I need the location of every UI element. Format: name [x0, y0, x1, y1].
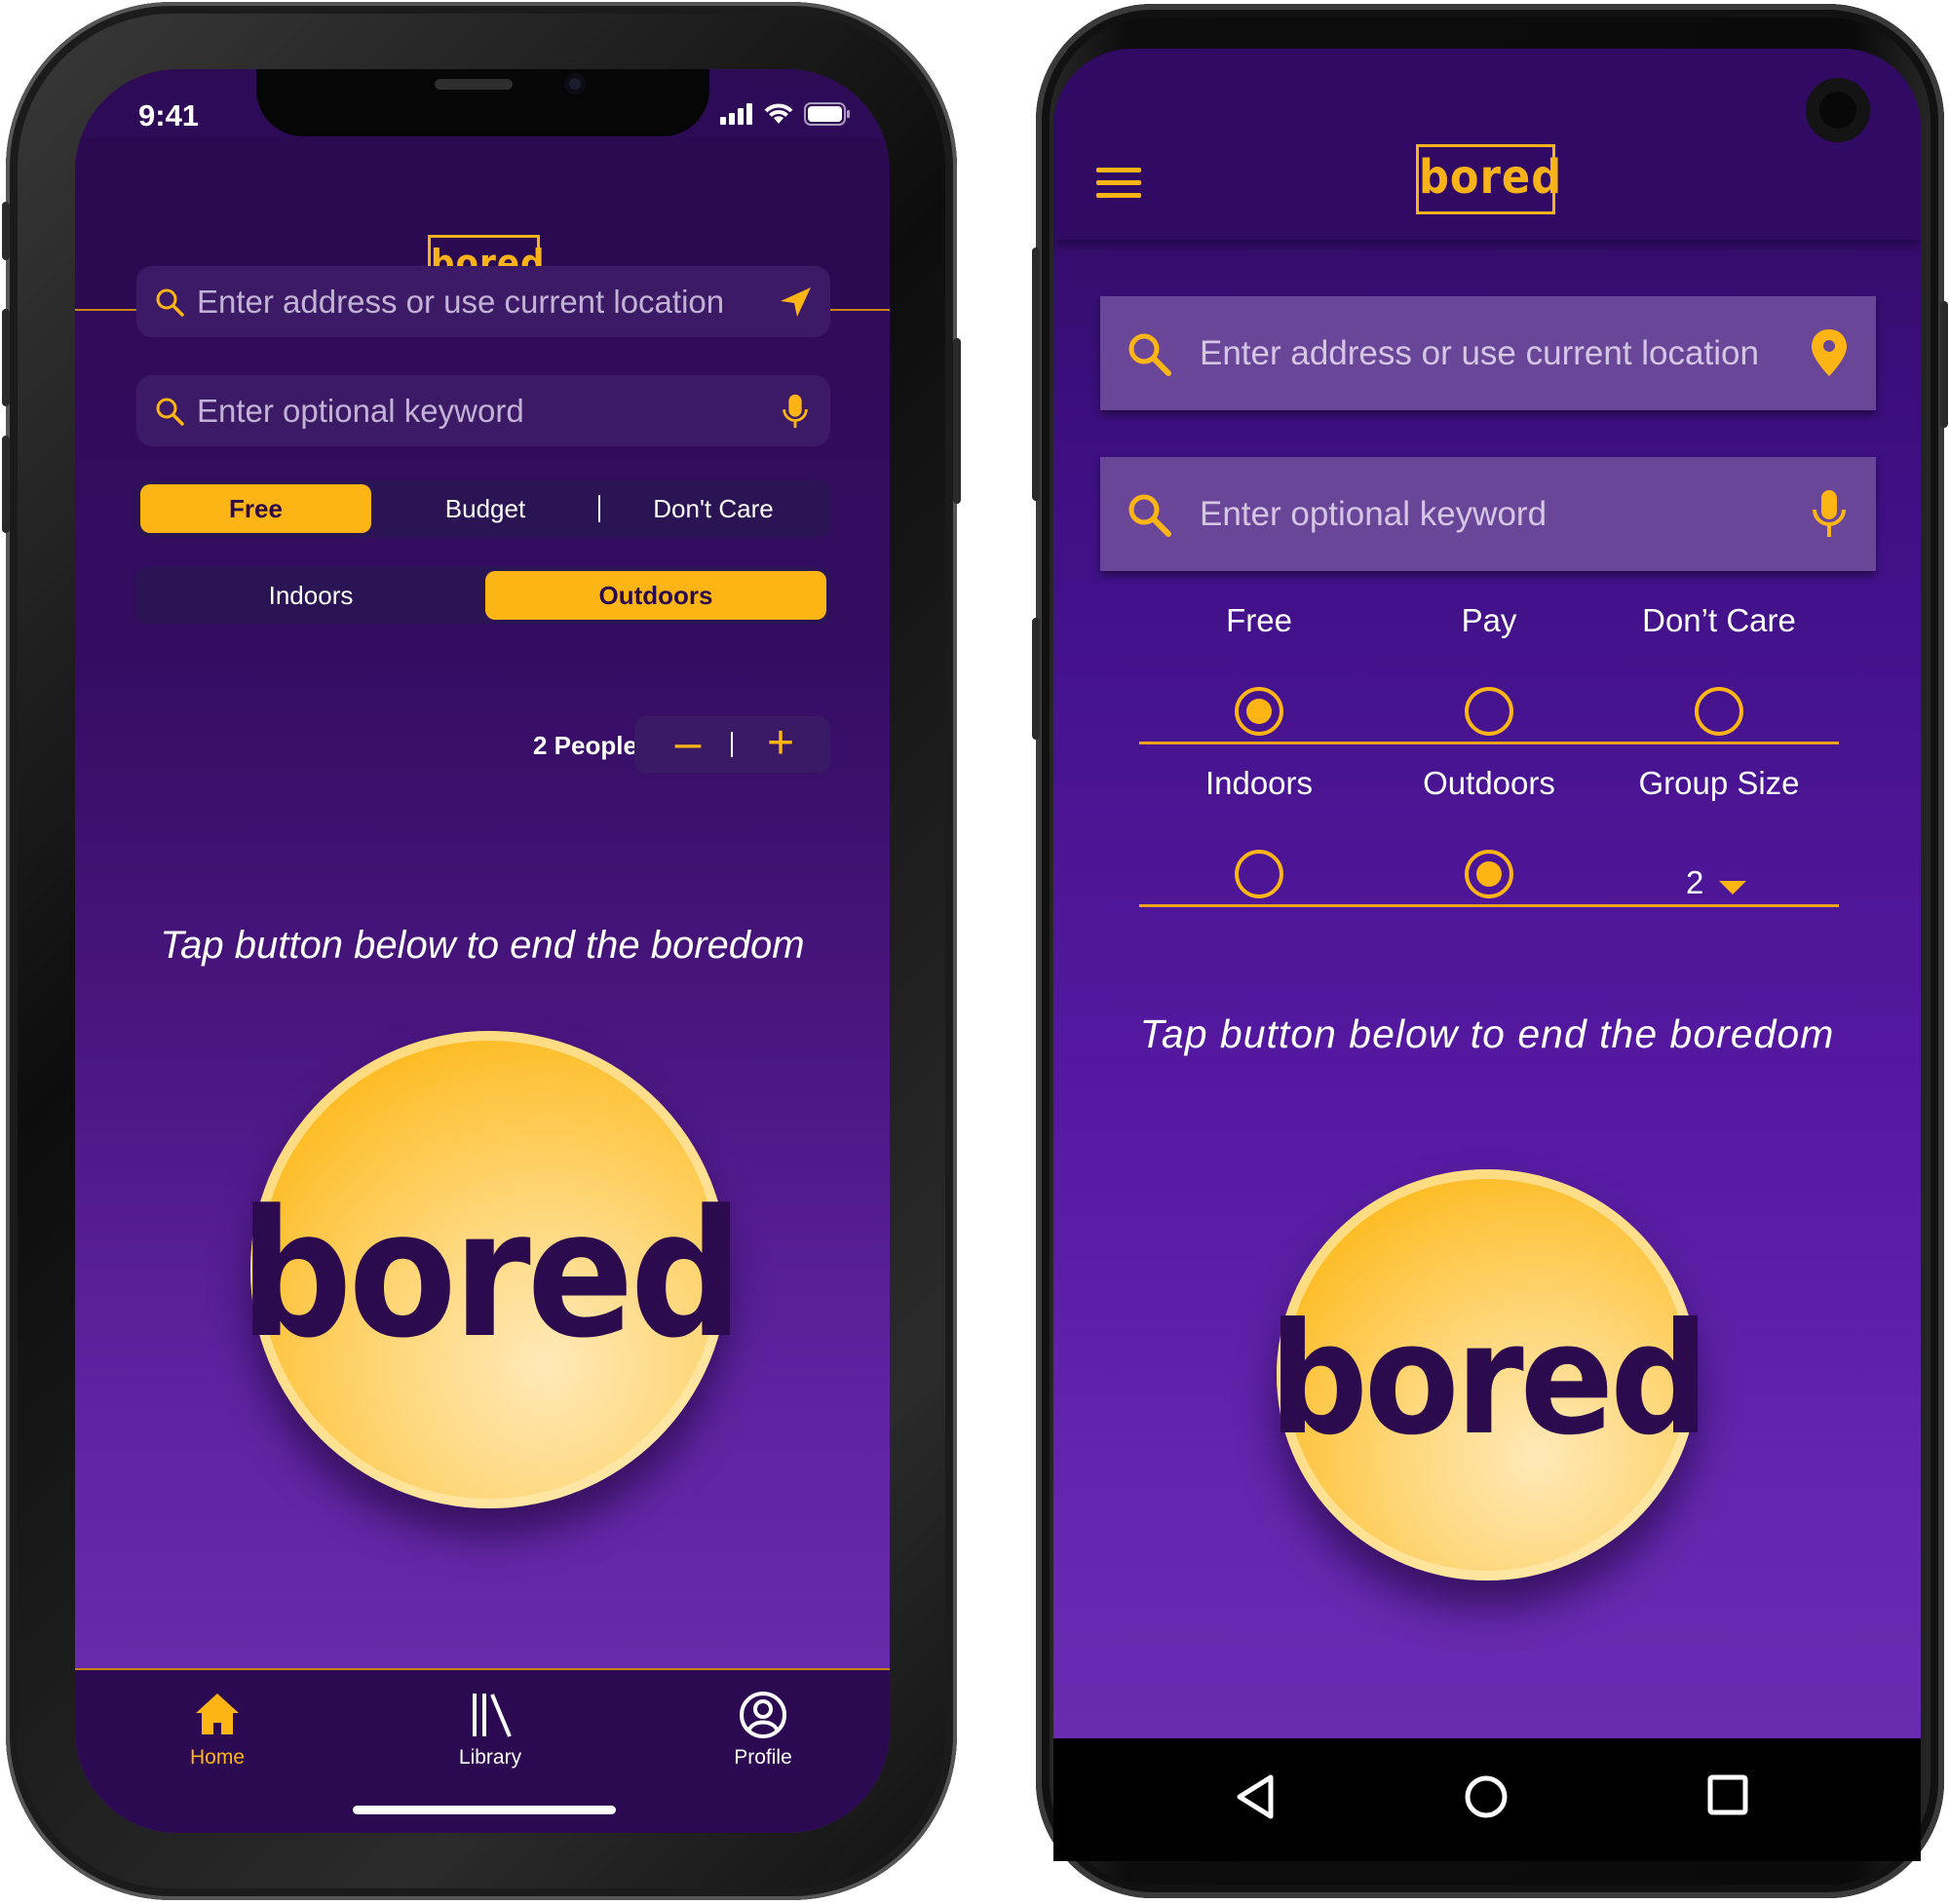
menu-icon[interactable] [1096, 168, 1141, 199]
volume-rocker [1032, 248, 1040, 501]
radio-label-outdoors: Outdoors [1423, 765, 1555, 801]
dropdown-arrow-icon[interactable] [1719, 881, 1746, 895]
ringer-switch [2, 202, 10, 260]
bored-button[interactable]: bored [240, 1031, 743, 1508]
setting-option-indoors[interactable]: Indoors [140, 571, 481, 620]
microphone-icon[interactable] [778, 393, 813, 430]
keyword-placeholder: Enter optional keyword [197, 392, 524, 429]
app-logo: bored [1416, 144, 1561, 214]
bored-button-label: bored [239, 1172, 744, 1377]
home-icon [196, 1694, 239, 1734]
volume-down-button [2, 436, 10, 533]
price-option-budget[interactable]: Budget [371, 484, 599, 533]
location-input[interactable]: Enter address or use current location [1100, 296, 1876, 410]
speaker-grille [435, 79, 513, 90]
divider-line [1139, 742, 1839, 744]
setting-option-outdoors[interactable]: Outdoors [485, 571, 826, 620]
recents-icon[interactable] [1706, 1773, 1749, 1816]
group-size-value[interactable]: 2 [1686, 864, 1703, 901]
tab-home-label: Home [189, 1746, 246, 1769]
tab-library-label: Library [458, 1746, 522, 1769]
status-icons [720, 102, 851, 126]
front-camera [1806, 78, 1870, 142]
system-nav-bar [1053, 1738, 1921, 1861]
location-placeholder: Enter address or use current location [197, 283, 725, 320]
home-circle-icon[interactable] [1463, 1773, 1510, 1820]
radio-label-pay: Pay [1461, 602, 1517, 638]
volume-up-button [2, 309, 10, 406]
current-location-icon[interactable] [778, 284, 813, 321]
keyword-input[interactable]: Enter optional keyword [136, 375, 830, 446]
android-screen: bored Enter address or use current locat… [1053, 49, 1921, 1861]
wifi-icon [764, 103, 793, 124]
battery-icon [804, 102, 850, 126]
radio-outdoors[interactable] [1465, 850, 1513, 898]
bored-button-label: bored [1269, 1290, 1709, 1469]
decrement-button[interactable]: – [664, 716, 712, 773]
increment-button[interactable]: + [756, 716, 805, 773]
stepper-divider [731, 732, 733, 757]
tagline: Tap button below to end the boredom [1139, 1011, 1835, 1056]
price-segmented-control: Free Budget Don't Care [136, 480, 830, 537]
tab-profile[interactable]: Profile [666, 1690, 860, 1770]
android-app-bar: bored [1053, 49, 1921, 240]
tab-profile-label: Profile [734, 1746, 792, 1769]
search-icon [1128, 333, 1171, 376]
radio-free[interactable] [1235, 687, 1283, 736]
location-input[interactable]: Enter address or use current location [136, 266, 830, 337]
radio-label-indoors: Indoors [1204, 765, 1314, 801]
people-stepper: – + [634, 716, 830, 773]
library-icon [473, 1694, 512, 1737]
group-size-label: Group Size [1638, 765, 1800, 801]
android-device: bored Enter address or use current locat… [1032, 4, 1948, 1898]
search-icon [156, 398, 184, 426]
setting-segmented-control: Indoors Outdoors [136, 567, 830, 624]
notch [256, 69, 709, 136]
tab-library[interactable]: Library [393, 1690, 588, 1770]
home-indicator[interactable] [353, 1806, 616, 1814]
tagline: Tap button below to end the boredom [160, 924, 805, 967]
power-button [953, 338, 961, 504]
ios-screen: bored 9:41 Enter address or use current … [75, 69, 890, 1833]
search-icon [1128, 494, 1171, 537]
bored-button[interactable]: bored [1269, 1169, 1709, 1580]
price-option-free[interactable]: Free [140, 484, 371, 533]
keyword-placeholder: Enter optional keyword [1200, 494, 1548, 533]
divider-line [1139, 904, 1839, 907]
radio-label-free: Free [1226, 602, 1292, 638]
people-count-label: 2 People [533, 731, 637, 760]
front-camera [564, 73, 586, 95]
radio-indoors[interactable] [1235, 850, 1283, 898]
keyword-input[interactable]: Enter optional keyword [1100, 457, 1876, 571]
microphone-icon[interactable] [1810, 488, 1849, 539]
price-option-dont-care[interactable]: Don't Care [600, 484, 826, 533]
iphone-device: bored 9:41 Enter address or use current … [2, 2, 961, 1900]
location-pin-icon[interactable] [1810, 327, 1849, 378]
signal-icon [720, 103, 752, 125]
search-icon [156, 288, 184, 317]
status-time: 9:41 [138, 98, 200, 133]
tab-home[interactable]: Home [120, 1690, 315, 1770]
radio-dont-care[interactable] [1695, 687, 1743, 736]
profile-icon [740, 1692, 786, 1738]
power-button [1940, 301, 1948, 428]
radio-pay[interactable] [1465, 687, 1513, 736]
back-icon[interactable] [1234, 1773, 1277, 1820]
radio-label-dont-care: Don’t Care [1642, 602, 1796, 638]
location-placeholder: Enter address or use current location [1200, 333, 1759, 372]
bixby-button [1032, 618, 1040, 740]
